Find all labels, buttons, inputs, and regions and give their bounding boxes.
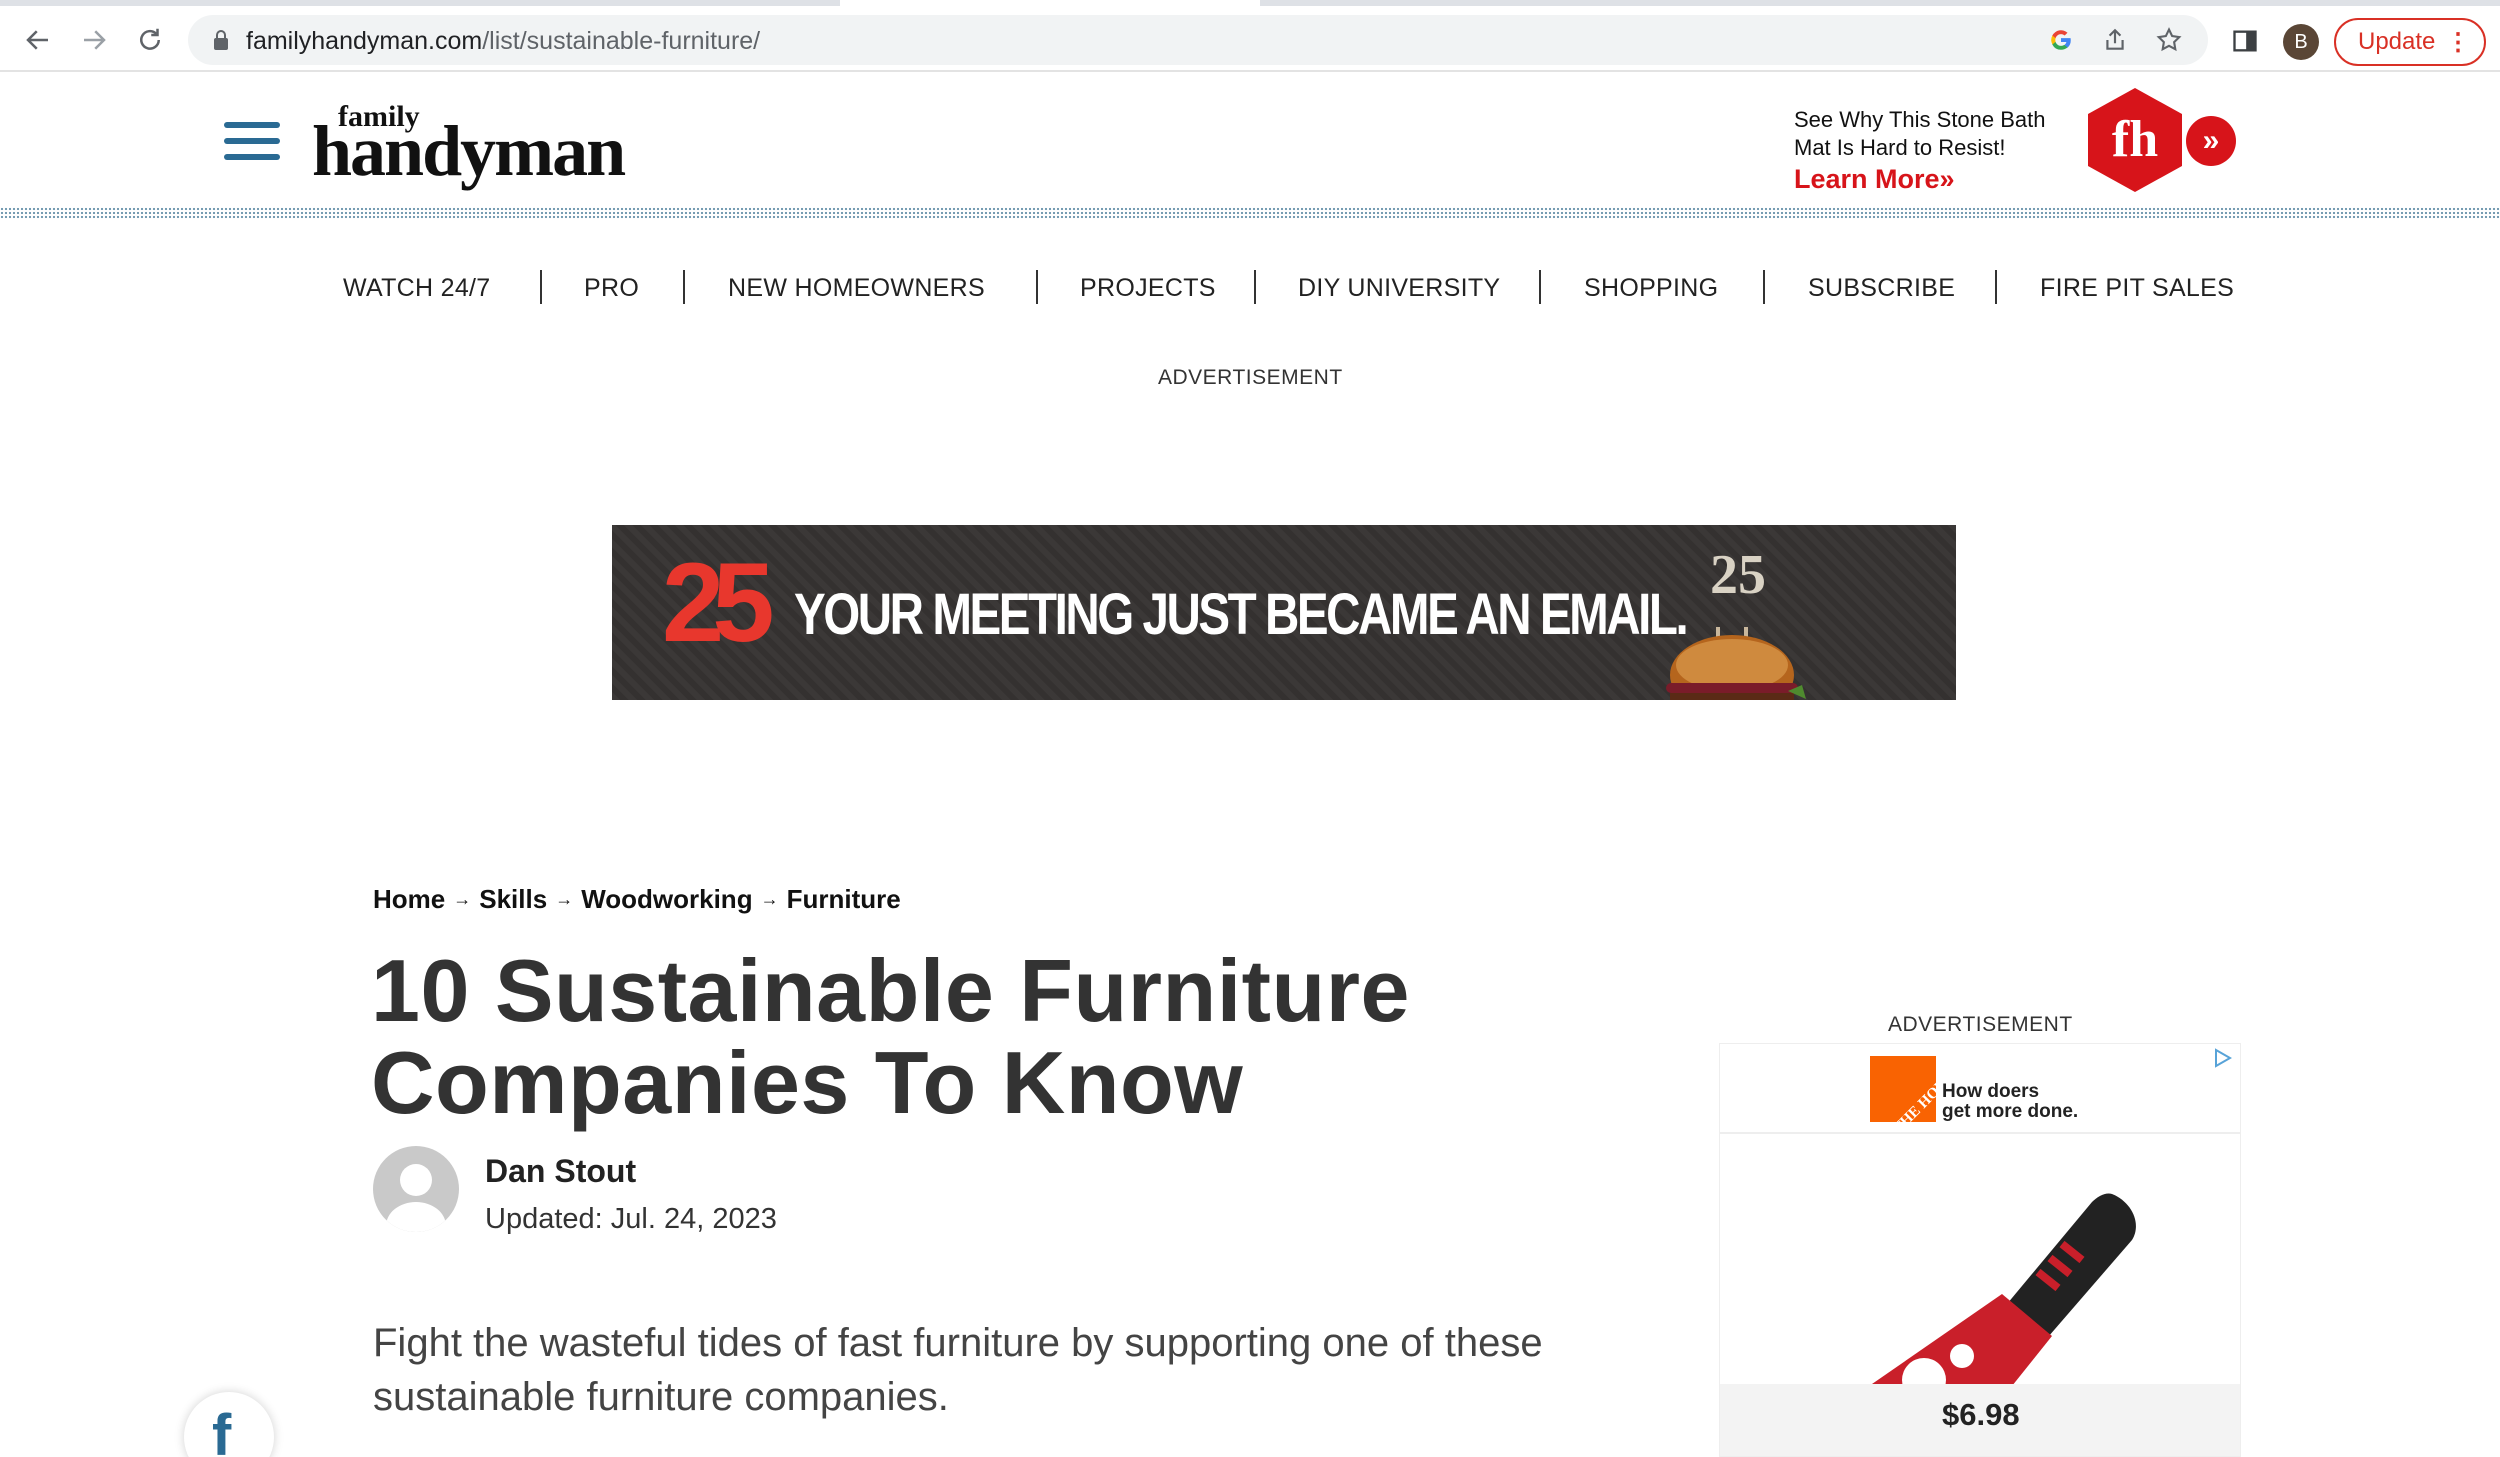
header-promo[interactable]: See Why This Stone Bath Mat Is Hard to R… [1794, 106, 2094, 196]
address-bar[interactable]: familyhandyman.com/list/sustainable-furn… [188, 15, 2208, 65]
breadcrumb-skills[interactable]: Skills [479, 884, 547, 914]
profile-initial: B [2294, 30, 2308, 53]
reload-icon[interactable] [132, 22, 168, 58]
url-text[interactable]: familyhandyman.com/list/sustainable-furn… [246, 27, 760, 56]
home-depot-logo: THE HOME DEPOT [1870, 1044, 1999, 1137]
nav-separator [1539, 270, 1541, 304]
back-icon[interactable] [20, 22, 56, 58]
fast-forward-icon[interactable]: » [2186, 116, 2236, 166]
main-nav: WATCH 24/7 PRO NEW HOMEOWNERS PROJECTS D… [0, 270, 2500, 310]
nav-separator [1254, 270, 1256, 304]
tagline-line-1: How doers [1942, 1081, 2040, 1102]
fh-badge-logo[interactable]: fh [2088, 88, 2182, 192]
breadcrumb-home[interactable]: Home [373, 884, 445, 914]
google-lens-icon[interactable] [2046, 25, 2076, 55]
hamburger-menu-icon[interactable] [224, 122, 280, 162]
update-button[interactable]: Update ⋮ [2334, 18, 2486, 66]
header-divider [0, 207, 2500, 219]
adchoices-icon[interactable] [2212, 1048, 2232, 1068]
article-dek: Fight the wasteful tides of fast furnitu… [373, 1321, 1543, 1419]
browser-toolbar: familyhandyman.com/list/sustainable-furn… [0, 6, 2500, 72]
nav-item-new-homeowners[interactable]: NEW HOMEOWNERS [728, 274, 985, 303]
leaderboard-ad[interactable]: 25 YOUR MEETING JUST BECAME AN EMAIL. 25 [612, 525, 1956, 700]
nav-item-watch[interactable]: WATCH 24/7 [343, 274, 490, 303]
burger-image [1666, 627, 1806, 700]
home-depot-tagline: How doers get more done. [1942, 1082, 2078, 1122]
sidebar-advertisement-label: ADVERTISEMENT [1888, 1013, 2073, 1036]
site-logo[interactable]: family handyman [312, 98, 632, 191]
author-avatar[interactable] [373, 1146, 459, 1232]
logo-main-word: handyman [312, 111, 626, 191]
breadcrumb-separator: → [760, 889, 779, 909]
profile-avatar[interactable]: B [2283, 24, 2319, 60]
breadcrumb-separator: → [453, 889, 472, 909]
nav-separator [1036, 270, 1038, 304]
facebook-icon: f [212, 1403, 232, 1457]
more-menu-icon[interactable]: ⋮ [2446, 29, 2470, 57]
nav-item-subscribe[interactable]: SUBSCRIBE [1808, 274, 1955, 303]
facebook-share-button[interactable]: f [184, 1392, 274, 1457]
share-icon[interactable] [2100, 25, 2130, 55]
breadcrumb-separator: → [555, 889, 574, 909]
article-title: 10 Sustainable Furniture Companies To Kn… [371, 941, 1410, 1132]
tagline-line-2: get more done. [1942, 1101, 2079, 1122]
forward-icon[interactable] [76, 22, 112, 58]
nav-item-diy-university[interactable]: DIY UNIVERSITY [1298, 274, 1500, 303]
nav-item-projects[interactable]: PROJECTS [1080, 274, 1216, 303]
breadcrumb-furniture[interactable]: Furniture [787, 884, 901, 914]
lock-icon[interactable] [212, 29, 230, 51]
updated-date: Updated: Jul. 24, 2023 [485, 1203, 777, 1235]
side-panel-icon[interactable] [2230, 26, 2260, 56]
breadcrumb: Home → Skills → Woodworking → Furniture [373, 884, 901, 915]
nav-item-fire-pit-sales[interactable]: FIRE PIT SALES [2040, 274, 2234, 303]
fh-badge-text: fh [2112, 111, 2158, 168]
bookmark-star-icon[interactable] [2154, 25, 2184, 55]
sidebar-ad-header: THE HOME DEPOT How doers get more done. [1720, 1044, 2240, 1137]
url-path: /list/sustainable-furniture/ [482, 27, 761, 55]
promo-learn-more-link[interactable]: Learn More» [1794, 162, 2094, 196]
nav-separator [1763, 270, 1765, 304]
update-label: Update [2358, 28, 2436, 55]
nav-separator [1995, 270, 1997, 304]
breadcrumb-woodworking[interactable]: Woodworking [581, 884, 752, 914]
advertisement-label: ADVERTISEMENT [1158, 366, 1343, 389]
nav-item-shopping[interactable]: SHOPPING [1584, 274, 1718, 303]
promo-line-2: Mat Is Hard to Resist! [1794, 135, 2006, 160]
banner-candle-number: 25 [1710, 544, 1766, 606]
nav-item-pro[interactable]: PRO [584, 274, 639, 303]
banner-headline: YOUR MEETING JUST BECAME AN EMAIL. [794, 582, 1689, 647]
nav-separator [540, 270, 542, 304]
nav-separator [683, 270, 685, 304]
author-name-link[interactable]: Dan Stout [485, 1153, 636, 1190]
promo-line-1: See Why This Stone Bath [1794, 107, 2046, 132]
url-domain: familyhandyman.com [246, 27, 483, 55]
product-price: $6.98 [1942, 1397, 2020, 1432]
banner-logo: 25 [662, 540, 775, 665]
sidebar-ad[interactable]: THE HOME DEPOT How doers get more done. $… [1719, 1043, 2241, 1457]
